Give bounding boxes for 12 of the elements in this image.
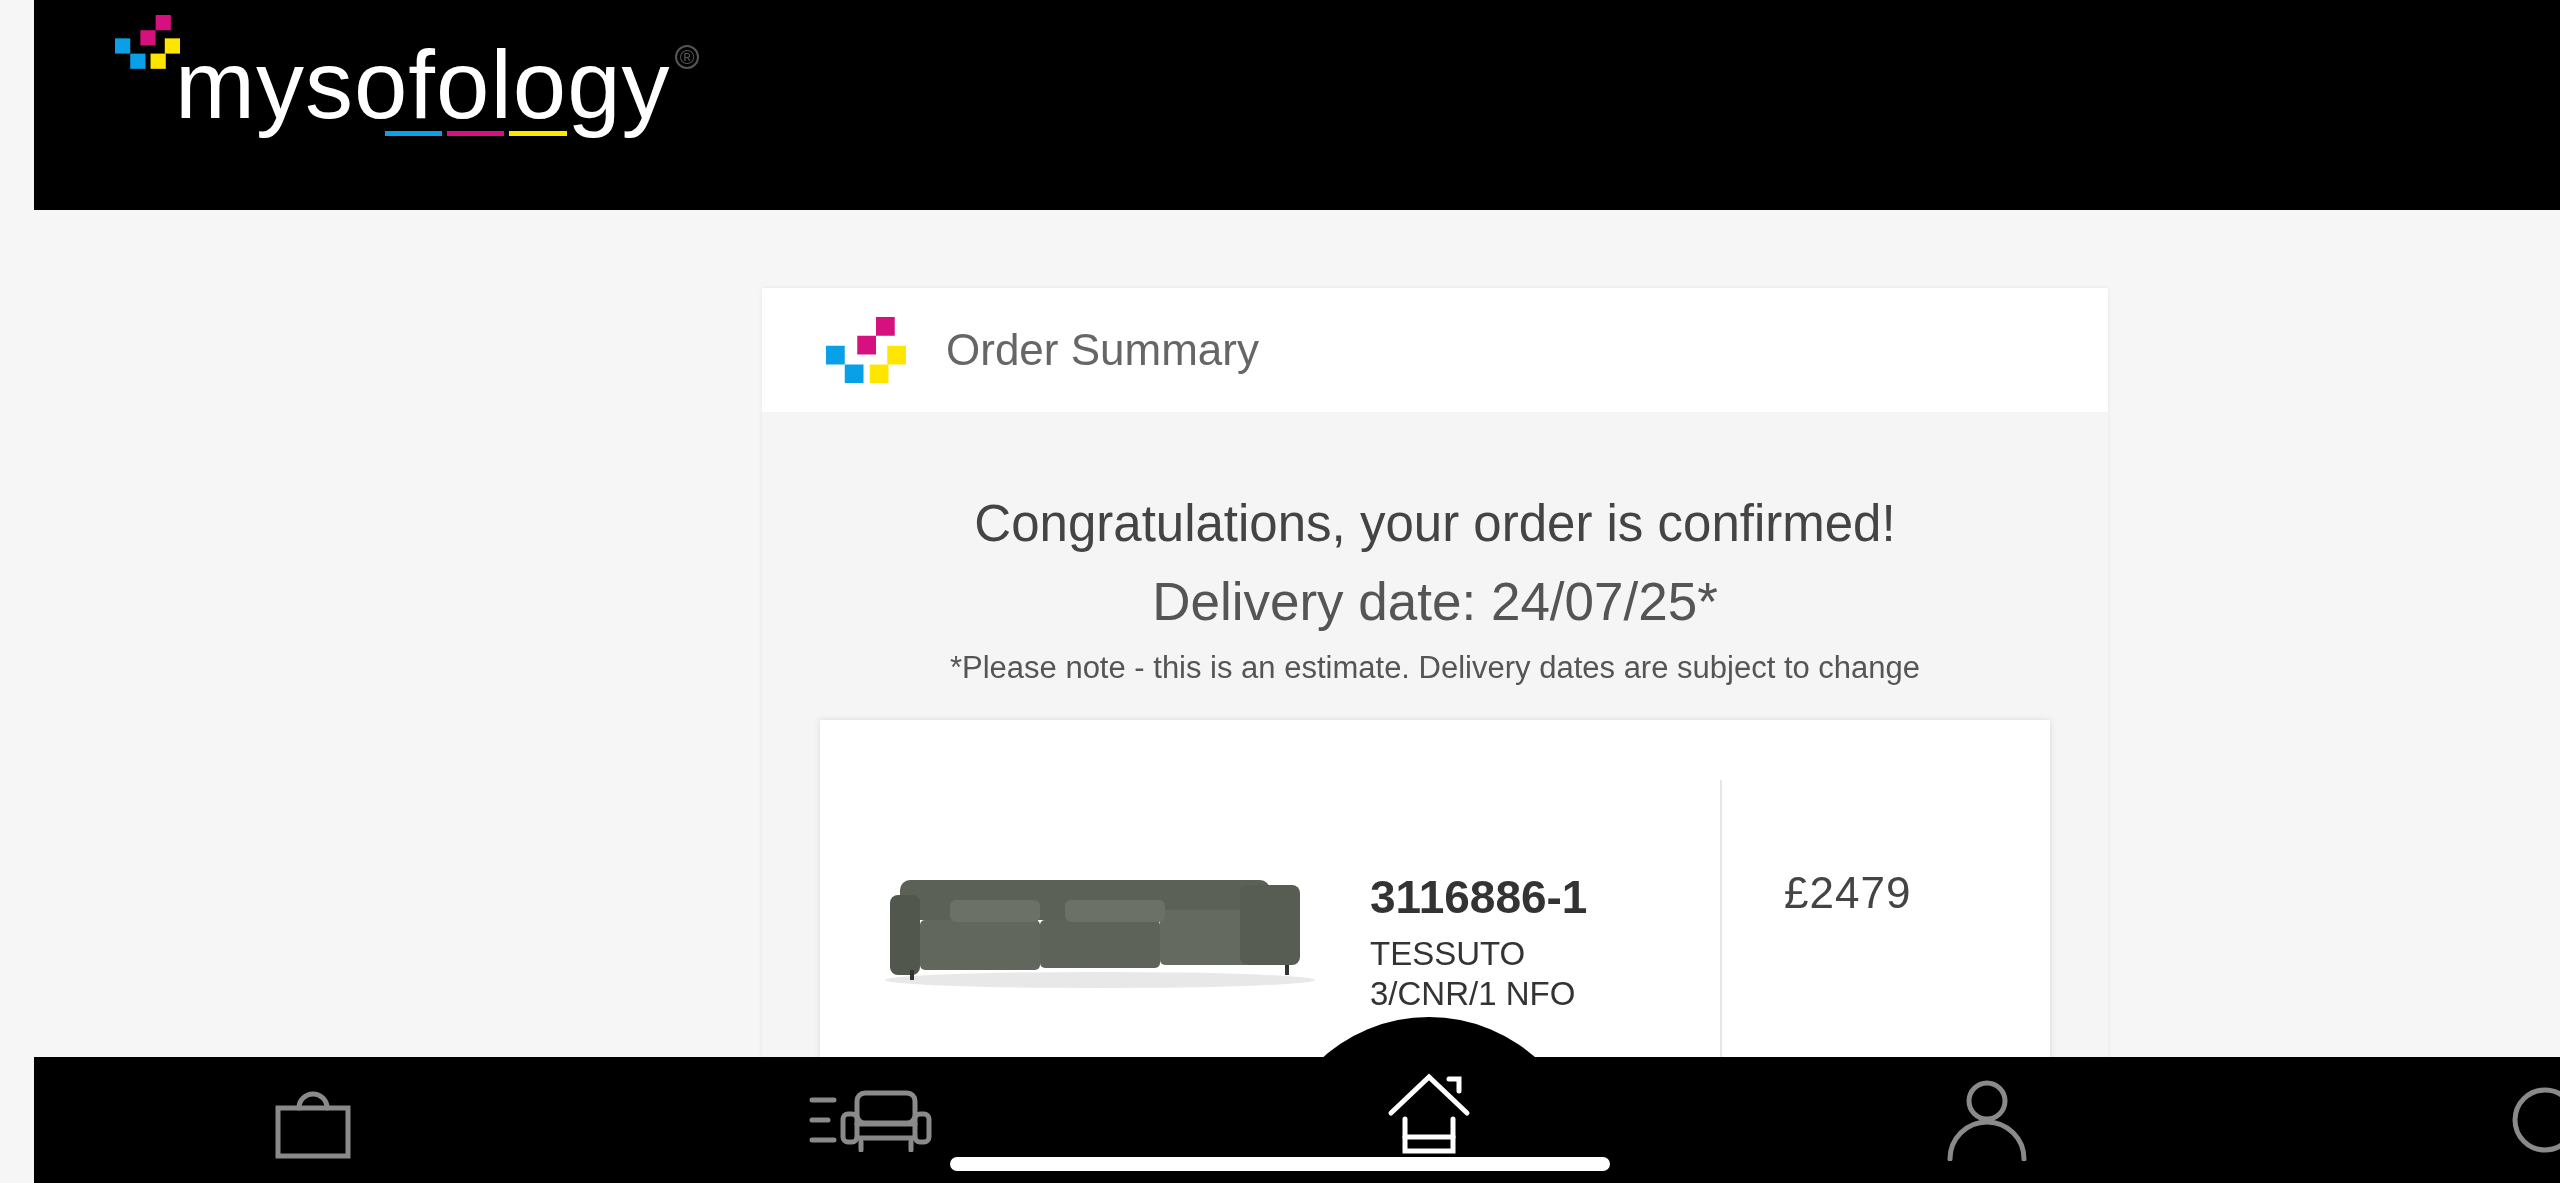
person-icon[interactable] bbox=[1946, 1079, 2028, 1161]
confirmation-heading: Congratulations, your order is confirmed! bbox=[974, 494, 1896, 553]
registered-mark: ® bbox=[675, 45, 699, 69]
home-icon[interactable] bbox=[1387, 1071, 1471, 1155]
sofa-list-icon[interactable] bbox=[809, 1088, 933, 1152]
card-title: Order Summary bbox=[946, 325, 1259, 375]
product-code: 3116886-1 bbox=[1370, 870, 1588, 924]
product-price: £2479 bbox=[1784, 868, 1912, 918]
delivery-date: Delivery date: 24/07/25* bbox=[1152, 571, 1718, 632]
logo-mark-icon bbox=[826, 316, 906, 384]
delivery-note: *Please note - this is an estimate. Delivery dates are subject to change bbox=[949, 650, 1921, 686]
product-description: TESSUTO 3/CNR/1 NFO bbox=[1370, 934, 1577, 1014]
